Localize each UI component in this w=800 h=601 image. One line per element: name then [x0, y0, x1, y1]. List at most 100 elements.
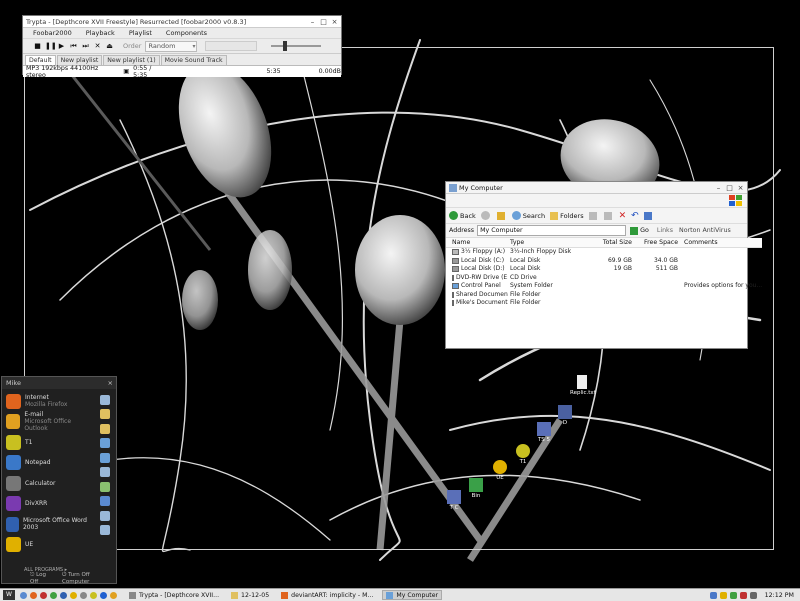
up-button[interactable] [496, 211, 507, 220]
tab-default[interactable]: Default [25, 55, 56, 65]
start-menu[interactable]: Mike × Internet Mozilla Firefox E-mail Micr… [1, 376, 117, 585]
forward-button[interactable] [480, 211, 492, 220]
search-button[interactable]: Search [511, 211, 545, 220]
tray-network-icon[interactable] [709, 591, 717, 599]
firefox-icon[interactable] [30, 591, 37, 599]
opera-icon[interactable] [40, 591, 47, 599]
show-desktop-icon[interactable] [20, 591, 27, 599]
start-menu-item[interactable]: Internet Mozilla Firefox [4, 391, 93, 412]
previous-icon[interactable]: ⏮ [69, 41, 78, 51]
start-menu-item[interactable]: E-mail Microsoft Office Outlook [4, 411, 93, 432]
pause-icon[interactable]: ❚❚ [45, 41, 57, 51]
delete-button[interactable]: ✕ [619, 211, 627, 221]
explorer-titlebar[interactable]: My Computer – □ × [446, 182, 747, 194]
start-menu-item[interactable]: Calculator [4, 473, 93, 494]
start-menu-item[interactable]: T1 [4, 432, 93, 453]
tray-norton-icon[interactable] [719, 591, 727, 599]
tab-new-playlist-1[interactable]: New playlist (1) [103, 55, 160, 65]
app-icon[interactable] [80, 591, 87, 599]
column-type[interactable]: Type [508, 238, 584, 247]
go-button[interactable]: Go [630, 226, 649, 235]
taskbar-button[interactable]: My Computer [382, 590, 443, 600]
close-icon[interactable]: × [108, 377, 113, 389]
taskbar-button[interactable]: 12-12-05 [228, 590, 272, 600]
folders-button[interactable]: Folders [550, 211, 584, 220]
order-select[interactable]: Random [145, 40, 198, 52]
taskbar-button[interactable]: deviantART: implicity - M... [278, 590, 376, 600]
tab-new-playlist[interactable]: New playlist [56, 55, 103, 65]
start-button[interactable]: W [3, 590, 15, 600]
minimize-icon[interactable]: – [714, 184, 723, 192]
desktop-icon-tc[interactable]: T C [444, 490, 464, 511]
close-icon[interactable]: × [736, 184, 745, 192]
menu-components[interactable]: Components [166, 29, 207, 37]
turnoff-button[interactable]: ⏻ Turn Off Computer [62, 572, 108, 585]
menu-playback[interactable]: Playback [86, 29, 115, 37]
play-icon[interactable]: ▶ [57, 41, 66, 51]
undo-button[interactable]: ↶ [631, 211, 639, 221]
menu-foobar2000[interactable]: Foobar2000 [33, 29, 72, 37]
table-row[interactable]: Shared Documents File Folder [446, 291, 762, 300]
links-button[interactable]: Links [657, 227, 673, 234]
start-menu-item[interactable]: Notepad [4, 453, 93, 474]
views-button[interactable] [643, 211, 654, 220]
eject-icon[interactable]: ⏏ [105, 41, 114, 51]
table-row[interactable]: 3½ Floppy (A:) 3½-Inch Floppy Disk [446, 248, 762, 257]
copy-to-button[interactable] [603, 211, 614, 220]
foobar-titlebar[interactable]: Trypta - [Depthcore XVII Freestyle] Resu… [23, 16, 341, 28]
app-icon[interactable] [100, 591, 107, 599]
tab-movie-sound-track[interactable]: Movie Sound Track [160, 55, 227, 65]
music-icon[interactable] [100, 423, 110, 434]
column-free-space[interactable]: Free Space [632, 238, 678, 247]
table-row[interactable]: Control Panel System Folder Provides optio… [446, 282, 762, 291]
volume-slider[interactable] [271, 41, 322, 51]
clock[interactable]: 12:12 PM [765, 592, 794, 599]
documents-icon[interactable] [100, 394, 110, 405]
my-computer-window[interactable]: My Computer – □ × Back Search Folders ✕ … [445, 181, 763, 349]
outlook-icon[interactable] [110, 591, 117, 599]
ue-icon[interactable] [70, 591, 77, 599]
pictures-icon[interactable] [100, 409, 110, 419]
maximize-icon[interactable]: □ [319, 18, 328, 26]
norton-button[interactable]: Norton AntiVirus [679, 227, 731, 234]
desktop-icon-d[interactable]: D [555, 405, 575, 426]
search-icon[interactable] [100, 510, 110, 521]
network-icon[interactable] [100, 452, 110, 463]
tray-app-icon[interactable] [729, 591, 737, 599]
desktop-icon-replic[interactable]: Replic.txt [570, 375, 596, 396]
desktop-icon-ts5[interactable]: TS 5 [533, 422, 555, 443]
control-panel-icon[interactable] [100, 467, 110, 477]
maximize-icon[interactable]: □ [725, 184, 734, 192]
close-icon[interactable]: × [330, 18, 339, 26]
column-comments[interactable]: Comments [678, 238, 762, 247]
seek-bar[interactable] [205, 41, 258, 51]
menu-playlist[interactable]: Playlist [129, 29, 152, 37]
stop-icon[interactable]: ■ [33, 41, 42, 51]
tray-app-icon[interactable] [739, 591, 747, 599]
app-icon[interactable] [50, 591, 57, 599]
desktop-icon-t1[interactable]: T1 [513, 444, 533, 465]
help-icon[interactable] [100, 496, 110, 506]
taskbar-button[interactable]: Trypta - [Depthcore XVII... [126, 590, 222, 600]
run-icon[interactable] [100, 525, 110, 535]
move-to-button[interactable] [588, 211, 599, 220]
back-button[interactable]: Back [449, 211, 476, 220]
printers-icon[interactable] [100, 481, 110, 492]
table-row[interactable]: Local Disk (C:) Local Disk 69.9 GB 34.0 GB [446, 257, 762, 266]
start-menu-item[interactable]: Microsoft Office Word 2003 [4, 514, 93, 535]
minimize-icon[interactable]: – [308, 18, 317, 26]
address-input[interactable]: My Computer [477, 225, 627, 236]
start-menu-item[interactable]: UE [4, 535, 93, 556]
tray-volume-icon[interactable] [749, 591, 757, 599]
desktop-icon-ue[interactable]: UE [490, 460, 510, 481]
column-name[interactable]: Name [446, 238, 508, 247]
table-row[interactable]: DVD-RW Drive (E:) CD Drive [446, 274, 762, 283]
volume-handle[interactable] [283, 41, 288, 51]
table-row[interactable]: Local Disk (D:) Local Disk 19 GB 511 GB [446, 265, 762, 274]
start-menu-item[interactable]: DivXRR [4, 494, 93, 515]
column-total-size[interactable]: Total Size [584, 238, 632, 247]
next-icon[interactable]: ⏭ [81, 41, 90, 51]
computer-icon[interactable] [100, 438, 110, 448]
word-icon[interactable] [60, 591, 67, 599]
shuffle-icon[interactable]: ✕ [93, 41, 102, 51]
